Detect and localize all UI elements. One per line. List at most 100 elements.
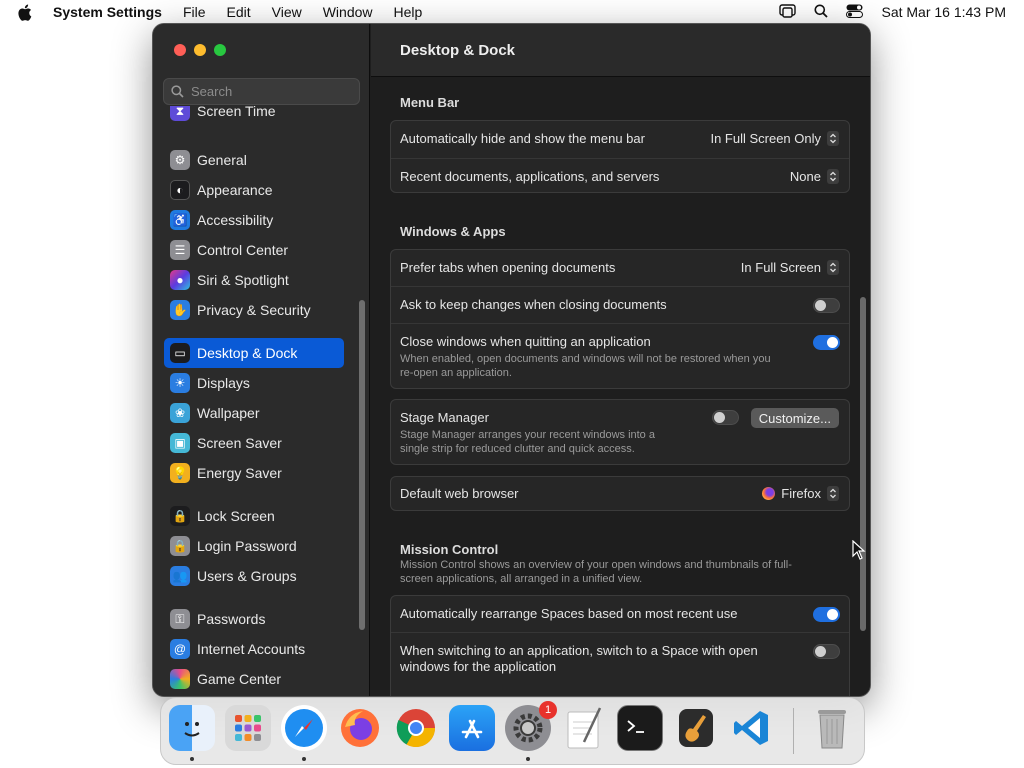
menu-window[interactable]: Window [323,4,373,20]
auto-hide-row: Automatically hide and show the menu bar… [391,121,849,158]
sidebar-item-internet-accounts[interactable]: @ Internet Accounts [164,634,344,664]
sidebar-item-desktop-dock[interactable]: ▭ Desktop & Dock [164,338,344,368]
content-scrollbar[interactable] [860,297,866,631]
sidebar-item-general[interactable]: ⚙ General [164,145,344,175]
sidebar-item-screen-saver[interactable]: ▣ Screen Saver [164,428,344,458]
recent-docs-popup[interactable]: None [790,169,839,184]
menu-file[interactable]: File [183,4,206,20]
content-header: Desktop & Dock [371,24,870,77]
gear-icon: ⚙ [170,150,190,170]
sidebar-item-label: Screen Saver [197,435,282,451]
vscode-icon[interactable] [729,705,775,751]
sidebar-item-displays[interactable]: ☀ Displays [164,368,344,398]
sidebar-item-appearance[interactable]: ◐ Appearance [164,175,344,205]
garageband-icon[interactable] [673,705,719,751]
menu-bar-card: Automatically hide and show the menu bar… [390,120,850,193]
sidebar-item-control-center[interactable]: ☰ Control Center [164,235,344,265]
browser-popup[interactable]: Firefox [762,486,839,501]
switch-space-toggle[interactable] [813,644,840,659]
users-icon: 👥 [170,566,190,586]
mission-control-card: Automatically rearrange Spaces based on … [390,595,850,696]
sidebar-item-game-center[interactable]: Game Center [164,664,344,694]
spotlight-search-icon[interactable] [814,4,829,21]
sidebar-item-energy-saver[interactable]: 💡 Energy Saver [164,458,344,488]
browser-label: Default web browser [400,486,519,501]
app-store-icon[interactable] [449,705,495,751]
sidebar-item-label: Lock Screen [197,508,275,524]
rearrange-spaces-label: Automatically rearrange Spaces based on … [400,606,738,621]
finder-icon[interactable] [169,705,215,751]
menu-app-name[interactable]: System Settings [53,4,162,20]
running-indicator [526,757,530,761]
mission-control-desc-2: screen applications, all arranged in a u… [400,573,643,585]
chrome-icon[interactable] [393,705,439,751]
minimize-button[interactable] [194,44,206,56]
lock-icon: 🔒 [170,536,190,556]
browser-value: Firefox [781,486,821,501]
trash-icon[interactable] [809,705,855,751]
sidebar-item-label: Screen Time [197,106,276,119]
menu-bar: System Settings File Edit View Window He… [0,0,1024,24]
section-title-windows-apps: Windows & Apps [400,224,506,239]
accessibility-icon: ♿ [170,210,190,230]
stage-manager-label: Stage Manager [400,410,489,425]
lock-icon: 🔒 [170,506,190,526]
sidebar-item-privacy-security[interactable]: ✋ Privacy & Security [164,295,344,325]
menu-clock[interactable]: Sat Mar 16 1:43 PM [881,4,1006,20]
ask-keep-toggle[interactable] [813,298,840,313]
sidebar-item-screen-time[interactable]: ⧗ Screen Time [164,106,344,126]
menu-view[interactable]: View [272,4,302,20]
sidebar-item-lock-screen[interactable]: 🔒 Lock Screen [164,501,344,531]
search-field[interactable] [163,78,360,105]
sidebar-item-label: Siri & Spotlight [197,272,289,288]
customize-button[interactable]: Customize... [750,408,839,428]
chevron-updown-icon [827,260,839,275]
sidebar-item-label: Game Center [197,671,282,687]
sidebar: ⧗ Screen Time ⚙ General ◐ Appearance ♿ A… [153,24,370,696]
section-title-mission-control: Mission Control [400,542,499,557]
stage-manager-row: Stage Manager Stage Manager arranges you… [391,400,849,464]
chevron-updown-icon [827,131,839,146]
close-windows-desc-1: When enabled, open documents and windows… [400,353,771,365]
textedit-icon[interactable] [561,705,607,751]
close-windows-label: Close windows when quitting an applicati… [400,334,651,349]
sidebar-item-label: Accessibility [197,212,274,228]
menu-help[interactable]: Help [394,4,423,20]
safari-icon[interactable] [281,705,327,751]
sidebar-item-passwords[interactable]: ⚿ Passwords [164,604,344,634]
terminal-icon[interactable] [617,705,663,751]
control-center-icon: ☰ [170,240,190,260]
firefox-icon[interactable] [337,705,383,751]
dock-icon: ▭ [170,343,190,363]
screen-mirroring-icon[interactable] [779,3,797,21]
zoom-button[interactable] [214,44,226,56]
search-input[interactable] [191,84,351,99]
browser-row: Default web browser Firefox [391,477,849,510]
running-indicator [190,757,194,761]
system-settings-icon[interactable]: 1 [505,701,557,751]
prefer-tabs-row: Prefer tabs when opening documents In Fu… [391,250,849,286]
sidebar-item-label: Control Center [197,242,289,258]
close-button[interactable] [174,44,186,56]
stage-manager-toggle[interactable] [712,410,739,425]
chevron-updown-icon [827,169,839,184]
appearance-icon: ◐ [170,180,190,200]
sidebar-item-label: Wallpaper [197,405,260,421]
sidebar-scrollbar[interactable] [359,300,365,630]
sidebar-item-users-groups[interactable]: 👥 Users & Groups [164,561,344,591]
auto-hide-popup[interactable]: In Full Screen Only [710,131,839,146]
sidebar-item-siri-spotlight[interactable]: ● Siri & Spotlight [164,265,344,295]
section-title-menu-bar: Menu Bar [400,95,460,110]
sun-icon: ☀ [170,373,190,393]
prefer-tabs-popup[interactable]: In Full Screen [741,260,839,275]
sidebar-item-login-password[interactable]: 🔒 Login Password [164,531,344,561]
control-center-icon[interactable] [846,4,864,21]
sidebar-item-accessibility[interactable]: ♿ Accessibility [164,205,344,235]
flower-icon: ❀ [170,403,190,423]
apple-menu-icon[interactable] [17,4,37,21]
close-windows-toggle[interactable] [813,335,840,350]
launchpad-icon[interactable] [225,705,271,751]
rearrange-spaces-toggle[interactable] [813,607,840,622]
menu-edit[interactable]: Edit [227,4,251,20]
sidebar-item-wallpaper[interactable]: ❀ Wallpaper [164,398,344,428]
